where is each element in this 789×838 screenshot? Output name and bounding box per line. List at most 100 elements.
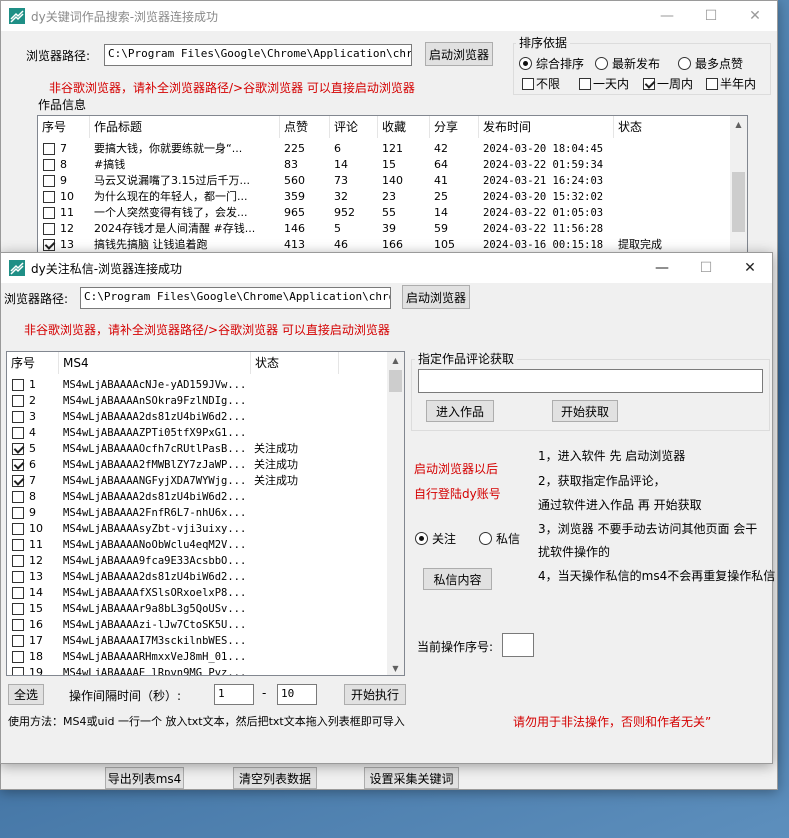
table-row[interactable]: 8 #搞钱 83 14 15 64 2024-03-22 01:59:34 (38, 157, 732, 173)
row-checkbox-icon[interactable] (12, 539, 24, 551)
table-row[interactable]: 13 搞钱先搞脑 让钱追着跑 413 46 166 105 2024-03-16 00:15… (38, 237, 732, 253)
list-item[interactable]: 16 MS4wLjABAAAAzi-lJw7CtoSK5U... (7, 617, 387, 633)
export-ms4-button[interactable]: 导出列表ms4 (105, 767, 184, 789)
mode-option[interactable]: 关注 (415, 530, 456, 547)
row-checkbox-icon[interactable] (12, 667, 24, 675)
ms4-list-scrollbar[interactable]: ▲ ▼ (387, 352, 404, 675)
row-checkbox-icon[interactable] (12, 411, 24, 423)
scroll-thumb[interactable] (389, 370, 402, 392)
row-checkbox-icon[interactable] (43, 223, 55, 235)
scroll-thumb[interactable] (732, 172, 745, 232)
column-header[interactable]: 发布时间 (479, 116, 614, 138)
radio-icon[interactable] (479, 532, 492, 545)
follow-window-titlebar[interactable]: dy关注私信-浏览器连接成功 — ☐ ✕ (1, 253, 772, 283)
row-checkbox-icon[interactable] (12, 459, 24, 471)
column-header[interactable]: 评论 (330, 116, 378, 138)
time-filter[interactable]: 半年内 (706, 75, 756, 92)
row-checkbox-icon[interactable] (12, 427, 24, 439)
list-item[interactable]: 10 MS4wLjABAAAAsyZbt-vji3uixy... (7, 521, 387, 537)
ms4-list[interactable]: 序号 MS4 状态 1 MS4wLjABAAAAcNJe-yAD159JVw... 2 M… (6, 351, 405, 676)
work-url-input[interactable] (418, 369, 763, 393)
column-header[interactable]: 作品标题 (90, 116, 280, 138)
list-item[interactable]: 18 MS4wLjABAAAARHmxxVeJ8mH_01... (7, 649, 387, 665)
sort-option[interactable]: 最多点赞 (678, 55, 743, 72)
sort-option[interactable]: 最新发布 (595, 55, 660, 72)
list-item[interactable]: 9 MS4wLjABAAAA2FnfR6L7-nhU6x... (7, 505, 387, 521)
row-checkbox-icon[interactable] (12, 635, 24, 647)
interval-min-input[interactable]: 1 (214, 684, 254, 705)
list-item[interactable]: 7 MS4wLjABAAAANGFyjXDA7WYWjg... 关注成功 (7, 473, 387, 489)
list-item[interactable]: 11 MS4wLjABAAAANoObWclu4eqM2V... (7, 537, 387, 553)
launch-browser-button[interactable]: 启动浏览器 (402, 285, 470, 309)
keyword-window-titlebar[interactable]: dy关键词作品搜索-浏览器连接成功 — ☐ ✕ (1, 1, 777, 31)
interval-max-input[interactable]: 10 (277, 684, 317, 705)
scroll-up-icon[interactable]: ▲ (730, 116, 747, 133)
row-checkbox-icon[interactable] (12, 379, 24, 391)
table-row[interactable]: 7 要搞大钱，你就要练就一身“... 225 6 121 42 2024-03-20 18:… (38, 141, 732, 157)
row-checkbox-icon[interactable] (12, 571, 24, 583)
list-item[interactable]: 17 MS4wLjABAAAAI7M3sckilnbWES... (7, 633, 387, 649)
list-item[interactable]: 2 MS4wLjABAAAAnSOkra9FzlNDIg... (7, 393, 387, 409)
row-checkbox-icon[interactable] (12, 443, 24, 455)
mode-option[interactable]: 私信 (479, 530, 520, 547)
close-button[interactable]: ✕ (733, 1, 777, 31)
clear-list-button[interactable]: 清空列表数据 (233, 767, 317, 789)
list-item[interactable]: 4 MS4wLjABAAAAZPTi05tfX9PxG1... (7, 425, 387, 441)
column-header[interactable]: 序号 (38, 116, 90, 138)
browser-path-input[interactable]: C:\Program Files\Google\Chrome\Applicati… (80, 287, 391, 309)
enter-work-button[interactable]: 进入作品 (426, 400, 494, 422)
maximize-button[interactable]: ☐ (689, 1, 733, 31)
row-checkbox-icon[interactable] (12, 491, 24, 503)
start-execute-button[interactable]: 开始执行 (344, 684, 406, 705)
row-checkbox-icon[interactable] (12, 555, 24, 567)
pm-content-button[interactable]: 私信内容 (423, 568, 492, 590)
time-filter[interactable]: 一周内 (643, 75, 693, 92)
radio-icon[interactable] (415, 532, 428, 545)
scroll-up-icon[interactable]: ▲ (387, 352, 404, 369)
launch-browser-button[interactable]: 启动浏览器 (425, 42, 493, 66)
column-header[interactable]: 序号 (7, 352, 59, 374)
time-filter[interactable]: 一天内 (579, 75, 629, 92)
list-item[interactable]: 13 MS4wLjABAAAA2ds81zU4biW6d2... (7, 569, 387, 585)
column-header[interactable]: 状态 (251, 352, 339, 374)
scroll-down-icon[interactable]: ▼ (387, 660, 404, 675)
row-checkbox-icon[interactable] (12, 475, 24, 487)
close-button[interactable]: ✕ (728, 253, 772, 283)
select-all-button[interactable]: 全选 (8, 684, 44, 705)
list-item[interactable]: 15 MS4wLjABAAAAr9a8bL3g5QoUSv... (7, 601, 387, 617)
browser-path-input[interactable]: C:\Program Files\Google\Chrome\Applicati… (104, 44, 412, 66)
list-item[interactable]: 12 MS4wLjABAAAA9fca9E33AcsbbO... (7, 553, 387, 569)
column-header[interactable]: MS4 (59, 352, 251, 374)
list-item[interactable]: 3 MS4wLjABAAAA2ds81zU4biW6d2... (7, 409, 387, 425)
row-checkbox-icon[interactable] (43, 159, 55, 171)
minimize-button[interactable]: — (645, 1, 689, 31)
row-checkbox-icon[interactable] (43, 191, 55, 203)
row-checkbox-icon[interactable] (12, 619, 24, 631)
column-header[interactable]: 点赞 (280, 116, 330, 138)
list-item[interactable]: 8 MS4wLjABAAAA2ds81zU4biW6d2... (7, 489, 387, 505)
sort-option[interactable]: 综合排序 (519, 55, 584, 72)
checkbox-icon[interactable] (522, 77, 534, 90)
row-checkbox-icon[interactable] (12, 587, 24, 599)
row-checkbox-icon[interactable] (43, 207, 55, 219)
start-fetch-button[interactable]: 开始获取 (552, 400, 618, 422)
table-row[interactable]: 10 为什么现在的年轻人，都一门... 359 32 23 25 2024-03-20 15… (38, 189, 732, 205)
row-checkbox-icon[interactable] (43, 239, 55, 251)
maximize-button[interactable]: ☐ (684, 253, 728, 283)
table-row[interactable]: 11 一个人突然变得有钱了，会发... 965 952 55 14 2024-03-22 0… (38, 205, 732, 221)
list-item[interactable]: 14 MS4wLjABAAAAfXSlsORxoelxP8... (7, 585, 387, 601)
list-item[interactable]: 6 MS4wLjABAAAA2fMWBlZY7zJaWP... 关注成功 (7, 457, 387, 473)
table-row[interactable]: 12 2024存钱才是人间清醒 #存钱... 146 5 39 59 2024-03-22 … (38, 221, 732, 237)
radio-icon[interactable] (678, 57, 691, 70)
works-table-scrollbar[interactable]: ▲ (730, 116, 747, 254)
row-checkbox-icon[interactable] (12, 395, 24, 407)
row-checkbox-icon[interactable] (43, 175, 55, 187)
radio-icon[interactable] (519, 57, 532, 70)
checkbox-icon[interactable] (643, 77, 655, 90)
column-header[interactable]: 收藏 (378, 116, 430, 138)
column-header[interactable]: 分享 (430, 116, 479, 138)
list-item[interactable]: 5 MS4wLjABAAAAOcfh7cRUtlPasB... 关注成功 (7, 441, 387, 457)
time-filter[interactable]: 不限 (522, 75, 560, 92)
column-header[interactable]: 状态 (614, 116, 732, 138)
works-table[interactable]: 序号 作品标题 点赞 评论 收藏 分享 发布时间 状态 7 要搞大钱，你就要练就一身“... 22… (37, 115, 748, 255)
